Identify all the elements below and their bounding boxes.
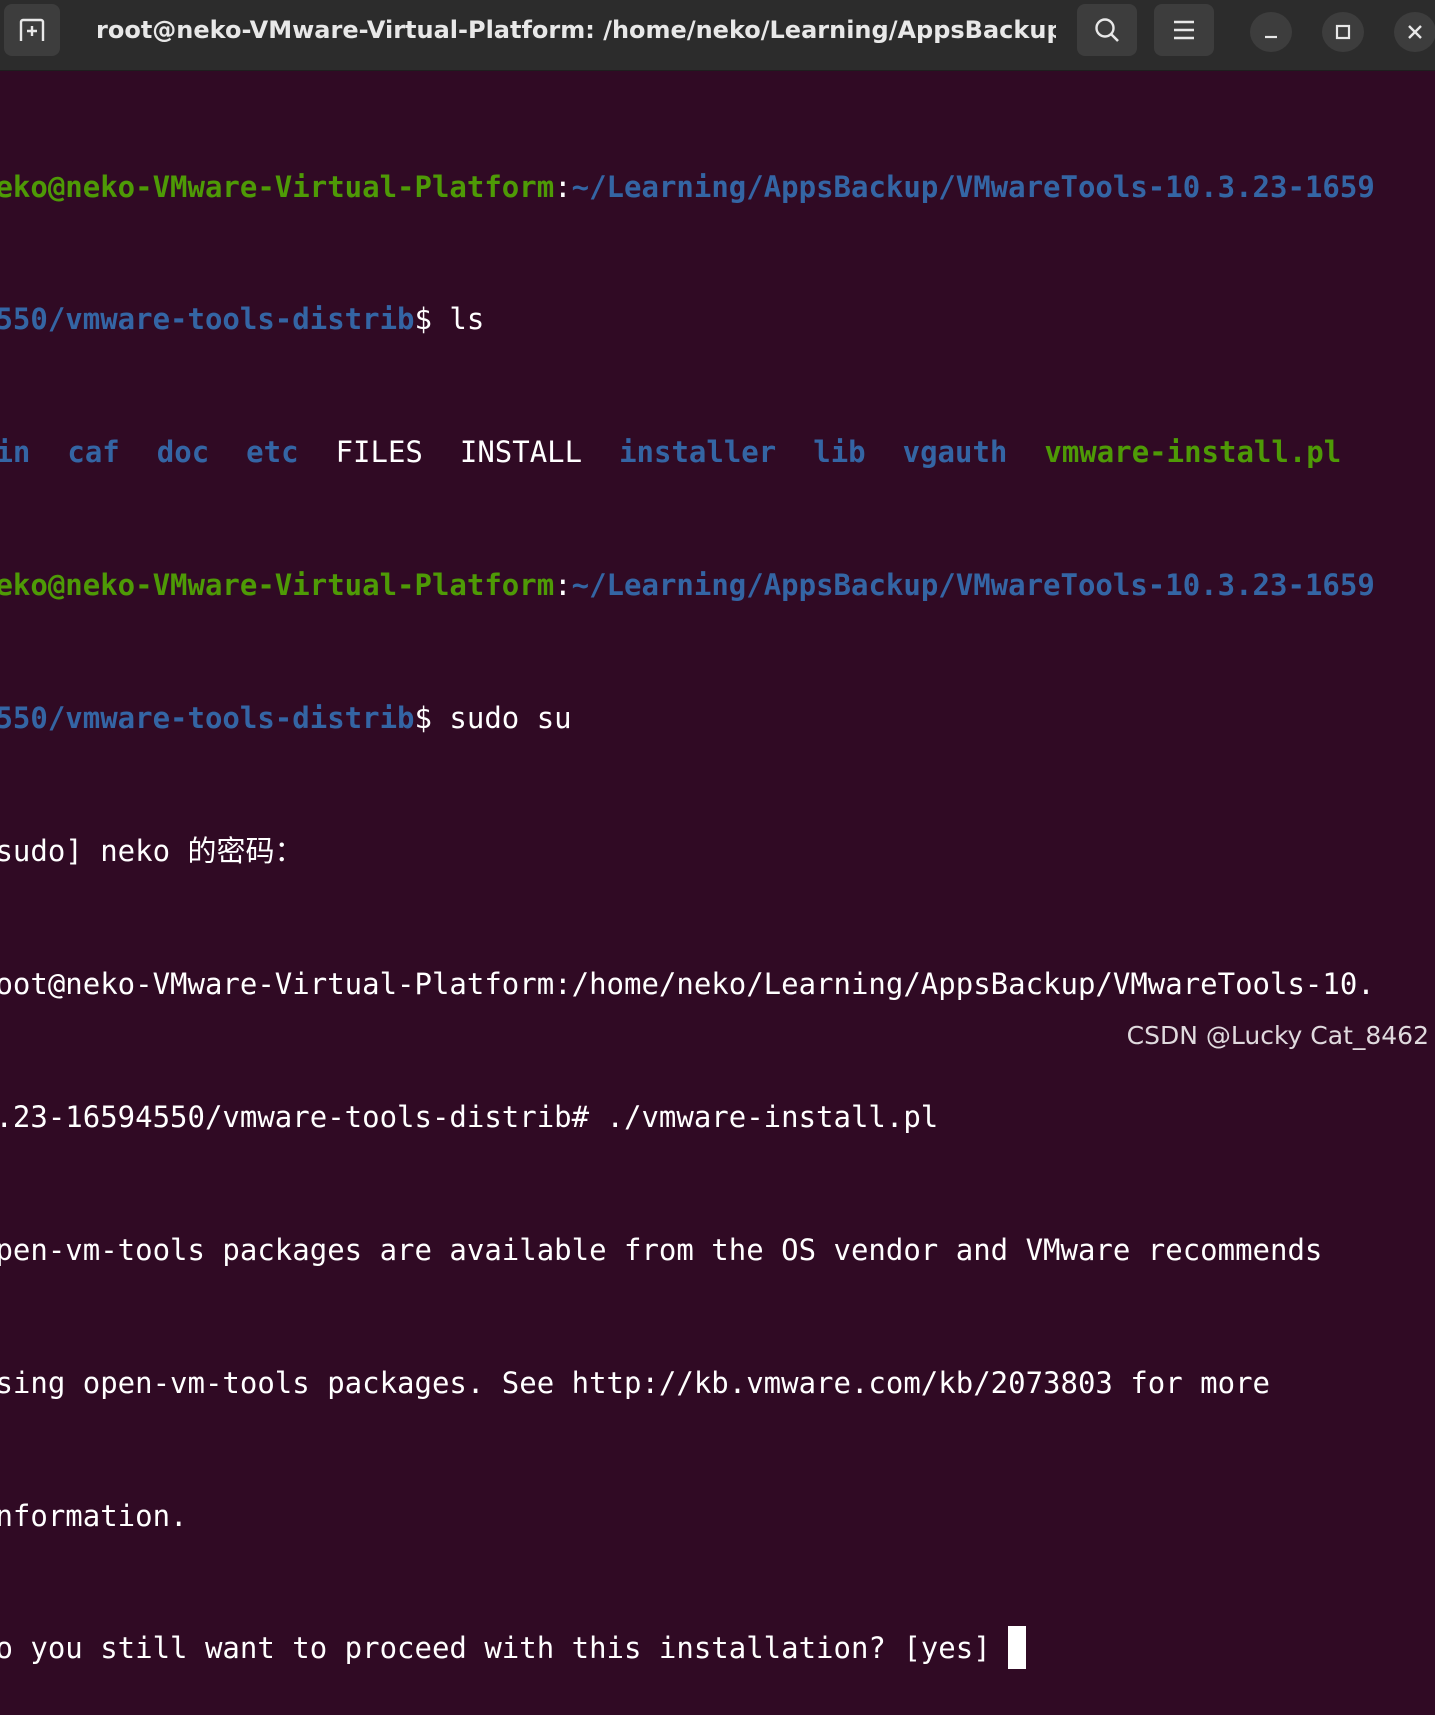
maximize-button[interactable]: [1322, 12, 1364, 52]
close-icon: [1408, 25, 1422, 39]
prompt-colon: :: [554, 169, 572, 204]
maximize-icon: [1335, 24, 1351, 40]
minimize-button[interactable]: [1250, 12, 1292, 52]
ls-item-dir: etc: [246, 435, 299, 470]
install-confirm-line: Do you still want to proceed with this i…: [0, 1626, 1435, 1670]
prompt-path: 4550/vmware-tools-distrib: [0, 302, 415, 337]
prompt-colon: :: [554, 568, 572, 603]
ls-output-line: bin caf doc etc FILES INSTALL installer lib vgau…: [0, 430, 1435, 474]
prompt-symbol: $: [414, 701, 450, 736]
watermark: CSDN @Lucky Cat_8462: [1126, 1021, 1429, 1050]
new-tab-icon: [19, 18, 45, 41]
install-confirm-question: Do you still want to proceed with this i…: [0, 1631, 1009, 1666]
output-line: information.: [0, 1498, 188, 1533]
search-button[interactable]: [1077, 4, 1137, 56]
ls-item-dir: doc: [156, 435, 210, 470]
ls-item-executable: vmware-install.pl: [1044, 435, 1342, 470]
minimize-icon: [1265, 35, 1277, 39]
terminal-output[interactable]: neko@neko-VMware-Virtual-Platform:~/Lear…: [0, 76, 1435, 1715]
ls-item-dir: lib: [813, 435, 866, 470]
search-icon: [1095, 18, 1119, 42]
text-cursor: [1008, 1626, 1027, 1670]
prompt-path: 4550/vmware-tools-distrib: [0, 701, 415, 736]
ls-item-file: FILES: [335, 435, 423, 470]
ls-item-file: INSTALL: [459, 435, 583, 470]
ls-item-dir: vgauth: [902, 435, 1008, 470]
prompt-user-host: neko@neko-VMware-Virtual-Platform: [0, 169, 555, 204]
command-text: sudo su: [449, 701, 572, 736]
hamburger-menu-icon: [1174, 20, 1194, 40]
output-line: using open-vm-tools packages. See http:/…: [0, 1365, 1271, 1400]
output-line: open-vm-tools packages are available fro…: [0, 1232, 1323, 1267]
prompt-path: ~/Learning/AppsBackup/VMwareTools-10.3.2…: [571, 169, 1375, 204]
prompt-symbol: $: [414, 302, 450, 337]
root-prompt-line-continued: 3.23-16594550/vmware-tools-distrib# ./vm…: [0, 1099, 939, 1134]
sudo-password-prompt: [sudo] neko 的密码：: [0, 834, 304, 869]
prompt-line-continued: 4550/vmware-tools-distrib$ sudo su: [0, 696, 1435, 740]
window-title: root@neko-VMware-Virtual-Platform: /home…: [96, 16, 1056, 44]
root-prompt-line: root@neko-VMware-Virtual-Platform:/home/…: [0, 966, 1375, 1001]
menu-button[interactable]: [1154, 4, 1214, 56]
prompt-line: neko@neko-VMware-Virtual-Platform:~/Lear…: [0, 563, 1435, 607]
ls-item-dir: caf: [67, 435, 120, 470]
prompt-path: ~/Learning/AppsBackup/VMwareTools-10.3.2…: [571, 568, 1375, 603]
ls-item-dir: bin: [0, 435, 31, 470]
ls-item-dir: installer: [619, 435, 777, 470]
prompt-user-host: neko@neko-VMware-Virtual-Platform: [0, 568, 555, 603]
prompt-line: neko@neko-VMware-Virtual-Platform:~/Lear…: [0, 165, 1435, 209]
prompt-line-continued: 4550/vmware-tools-distrib$ ls: [0, 297, 1435, 341]
command-text: ls: [449, 302, 485, 337]
close-button[interactable]: [1394, 12, 1435, 52]
new-tab-button[interactable]: [4, 4, 60, 56]
title-bar: root@neko-VMware-Virtual-Platform: /home…: [0, 0, 1435, 71]
